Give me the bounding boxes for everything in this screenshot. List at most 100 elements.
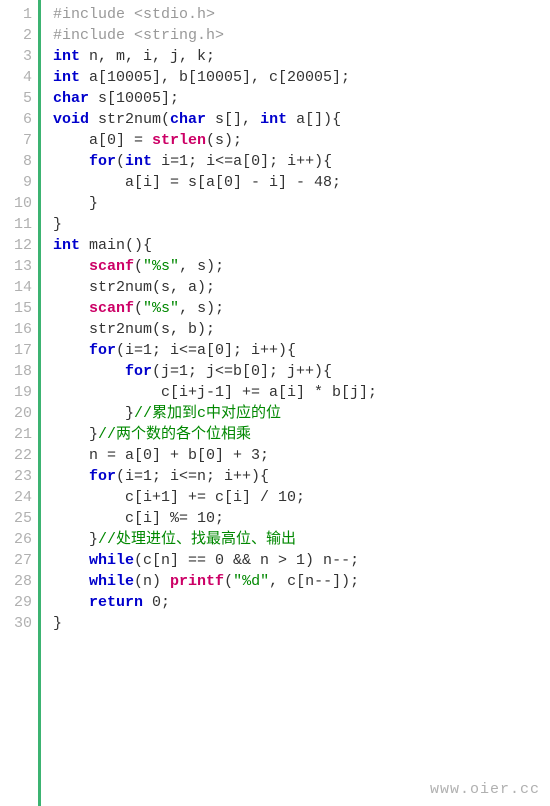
code-line: str2num(s, a); [53, 277, 550, 298]
code-line: for(j=1; j<=b[0]; j++){ [53, 361, 550, 382]
line-number: 9 [0, 172, 32, 193]
code-line: c[i+1] += c[i] / 10; [53, 487, 550, 508]
token-p: , c[n--]); [269, 573, 359, 590]
line-number: 20 [0, 403, 32, 424]
line-number: 28 [0, 571, 32, 592]
line-number: 15 [0, 298, 32, 319]
token-kw: return [89, 594, 143, 611]
token-p: a[]){ [287, 111, 341, 128]
token-p: 0; [143, 594, 170, 611]
line-number: 22 [0, 445, 32, 466]
line-number: 2 [0, 25, 32, 46]
watermark: www.oier.cc [430, 779, 540, 800]
token-str: "%s" [143, 300, 179, 317]
token-kw: for [125, 363, 152, 380]
token-cmt: //处理进位、找最高位、输出 [98, 531, 296, 548]
token-p: (c[n] == 0 && n > 1) n--; [134, 552, 359, 569]
line-number: 7 [0, 130, 32, 151]
code-line: while(n) printf("%d", c[n--]); [53, 571, 550, 592]
code-area: #include <stdio.h> #include <string.h> int… [41, 0, 550, 806]
token-p: str2num( [89, 111, 170, 128]
line-number: 17 [0, 340, 32, 361]
token-p: } [53, 531, 98, 548]
code-line: a[0] = strlen(s); [53, 130, 550, 151]
token-p: str2num(s, a); [53, 279, 215, 296]
line-number: 23 [0, 466, 32, 487]
token-p [53, 342, 89, 359]
token-p [53, 468, 89, 485]
token-p: s[10005]; [89, 90, 179, 107]
code-line: } [53, 214, 550, 235]
token-p: c[i+1] += c[i] / 10; [53, 489, 305, 506]
line-number: 5 [0, 88, 32, 109]
line-number: 10 [0, 193, 32, 214]
line-number: 18 [0, 361, 32, 382]
token-kw: for [89, 342, 116, 359]
token-lib: scanf [89, 300, 134, 317]
code-line: n = a[0] + b[0] + 3; [53, 445, 550, 466]
token-p: ( [224, 573, 233, 590]
token-p [53, 153, 89, 170]
token-pp: #include <string.h> [53, 27, 224, 44]
token-kw: void [53, 111, 89, 128]
token-kw: while [89, 573, 134, 590]
token-p: ( [134, 300, 143, 317]
token-p [53, 552, 89, 569]
token-p: } [53, 615, 62, 632]
line-number: 1 [0, 4, 32, 25]
token-p: n, m, i, j, k; [80, 48, 215, 65]
line-number-gutter: 1234567891011121314151617181920212223242… [0, 0, 38, 806]
code-editor: 1234567891011121314151617181920212223242… [0, 0, 550, 806]
token-kw: int [53, 237, 80, 254]
token-p: str2num(s, b); [53, 321, 215, 338]
token-kw: int [260, 111, 287, 128]
code-line: for(i=1; i<=a[0]; i++){ [53, 340, 550, 361]
code-line: }//累加到c中对应的位 [53, 403, 550, 424]
code-line: scanf("%s", s); [53, 256, 550, 277]
token-kw: int [53, 69, 80, 86]
token-p: } [53, 405, 134, 422]
token-p: a[0] = [53, 132, 152, 149]
token-p: , s); [179, 300, 224, 317]
token-p: a[10005], b[10005], c[20005]; [80, 69, 350, 86]
code-line: return 0; [53, 592, 550, 613]
line-number: 14 [0, 277, 32, 298]
token-p: i=1; i<=a[0]; i++){ [152, 153, 332, 170]
token-p: (i=1; i<=n; i++){ [116, 468, 269, 485]
token-lib: scanf [89, 258, 134, 275]
token-p [53, 363, 125, 380]
token-p [53, 573, 89, 590]
token-p: } [53, 195, 98, 212]
code-line: for(int i=1; i<=a[0]; i++){ [53, 151, 550, 172]
line-number: 8 [0, 151, 32, 172]
line-number: 25 [0, 508, 32, 529]
token-pp: #include <stdio.h> [53, 6, 215, 23]
token-kw: int [125, 153, 152, 170]
line-number: 12 [0, 235, 32, 256]
line-number: 26 [0, 529, 32, 550]
code-line: }//两个数的各个位相乘 [53, 424, 550, 445]
code-line: int a[10005], b[10005], c[20005]; [53, 67, 550, 88]
code-line: void str2num(char s[], int a[]){ [53, 109, 550, 130]
token-p: } [53, 426, 98, 443]
token-str: "%d" [233, 573, 269, 590]
token-kw: while [89, 552, 134, 569]
line-number: 30 [0, 613, 32, 634]
code-line: c[i] %= 10; [53, 508, 550, 529]
token-lib: printf [170, 573, 224, 590]
token-p: (i=1; i<=a[0]; i++){ [116, 342, 296, 359]
token-lib: strlen [152, 132, 206, 149]
code-line: c[i+j-1] += a[i] * b[j]; [53, 382, 550, 403]
line-number: 13 [0, 256, 32, 277]
token-p: ( [116, 153, 125, 170]
token-p: (n) [134, 573, 170, 590]
code-line: #include <string.h> [53, 25, 550, 46]
token-p: , s); [179, 258, 224, 275]
line-number: 24 [0, 487, 32, 508]
code-line: str2num(s, b); [53, 319, 550, 340]
code-line: } [53, 193, 550, 214]
token-p: c[i+j-1] += a[i] * b[j]; [53, 384, 377, 401]
token-p: (s); [206, 132, 242, 149]
token-kw: char [170, 111, 206, 128]
line-number: 21 [0, 424, 32, 445]
